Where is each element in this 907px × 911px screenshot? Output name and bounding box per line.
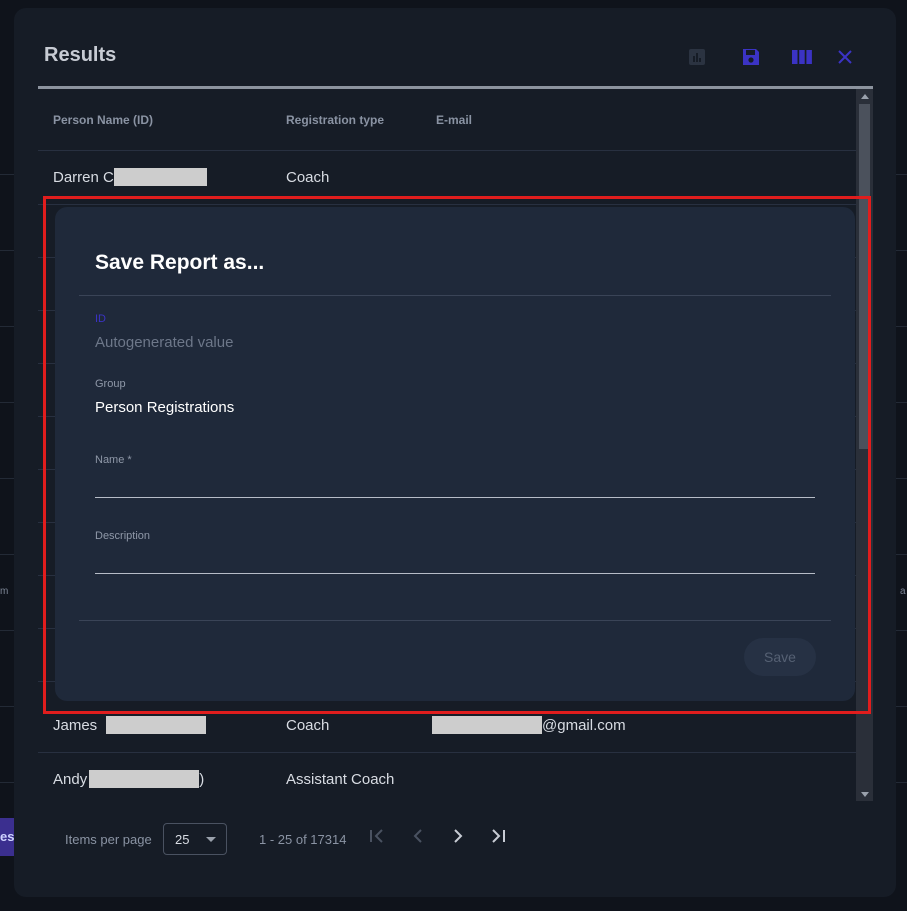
items-per-page-label: Items per page: [65, 832, 152, 847]
items-per-page-select[interactable]: 25: [163, 823, 227, 855]
columns-button[interactable]: [791, 48, 813, 70]
close-button[interactable]: [834, 48, 856, 70]
name-field-label: Name *: [95, 454, 132, 466]
registration-type-cell: Assistant Coach: [286, 771, 395, 788]
description-field-label: Description: [95, 530, 151, 542]
first-page-button[interactable]: [366, 827, 388, 849]
columns-icon: [792, 49, 812, 70]
items-per-page-value: 25: [175, 832, 190, 847]
save-report-dialog: Save Report as... ID Autogenerated value…: [55, 207, 855, 701]
table-header: Person Name (ID) Registration type E-mai…: [38, 89, 856, 151]
name-field[interactable]: [95, 473, 815, 495]
chevron-right-icon: [449, 827, 467, 850]
next-page-button[interactable]: [447, 827, 469, 849]
chevron-down-icon: [206, 837, 216, 842]
id-field-label: ID: [95, 313, 106, 325]
scroll-down-arrow[interactable]: [861, 792, 869, 797]
redacted-block: [432, 715, 542, 734]
id-field: Autogenerated value: [95, 334, 234, 351]
background-text-fragment: m: [0, 586, 9, 597]
description-field[interactable]: [95, 549, 815, 571]
column-header-email[interactable]: E-mail: [436, 113, 472, 127]
page-range-label: 1 - 25 of 17314: [259, 832, 347, 847]
description-field-underline: [95, 573, 815, 574]
person-name-cell: Andy): [53, 769, 205, 788]
last-page-button[interactable]: [487, 827, 509, 849]
dialog-title: Save Report as...: [95, 251, 265, 274]
dialog-header-divider: [79, 295, 831, 296]
save-report-button[interactable]: [740, 48, 762, 70]
redacted-block: [105, 715, 206, 734]
first-page-icon: [368, 827, 386, 850]
save-button[interactable]: Save: [744, 638, 816, 676]
results-title: Results: [44, 44, 117, 66]
last-page-icon: [489, 827, 507, 850]
dialog-footer-divider: [79, 620, 831, 621]
background-tab[interactable]: ese: [0, 818, 14, 856]
redacted-block: [89, 769, 200, 788]
scroll-up-arrow[interactable]: [861, 94, 869, 99]
group-field-label: Group: [95, 378, 126, 390]
name-field-underline: [95, 497, 815, 498]
chart-icon: [688, 48, 706, 71]
close-icon: [837, 49, 853, 70]
paginator: Items per page 25 1 - 25 of 17314: [14, 820, 896, 860]
background-text-fragment: a: [900, 586, 906, 597]
column-header-registration-type[interactable]: Registration type: [286, 113, 384, 127]
redacted-block: [113, 167, 207, 186]
table-row[interactable]: Andy) Assistant Coach: [38, 753, 856, 799]
group-field: Person Registrations: [95, 399, 235, 416]
save-icon: [741, 47, 761, 72]
previous-page-button[interactable]: [407, 827, 429, 849]
chevron-left-icon: [409, 827, 427, 850]
chart-button[interactable]: [686, 48, 708, 70]
column-header-person-name[interactable]: Person Name (ID): [53, 113, 153, 127]
